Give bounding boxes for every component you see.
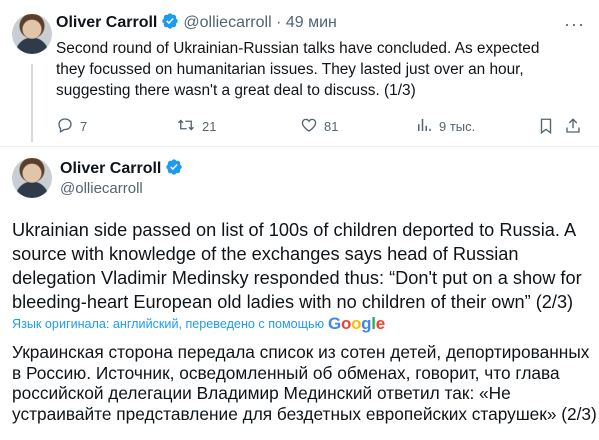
like-button[interactable]: 81	[300, 116, 338, 137]
views-button[interactable]: 9 тыс.	[415, 116, 475, 137]
reply-count: 7	[80, 119, 88, 134]
author-name[interactable]: Oliver Carroll	[56, 14, 157, 31]
google-logo: Google	[328, 314, 385, 333]
tweet-text: Second round of Ukrainian-Russian talks …	[56, 40, 540, 99]
tweet-header: Oliver Carroll	[60, 158, 187, 181]
author-handle[interactable]: @olliecarroll	[183, 14, 271, 31]
views-icon	[415, 116, 439, 137]
tweet-actions: 7 21 81 9 тыс.	[56, 116, 580, 139]
bookmark-icon	[537, 116, 561, 139]
author-handle[interactable]: @olliecarroll	[60, 180, 143, 197]
timestamp[interactable]: 49 мин	[286, 14, 337, 31]
divider	[0, 146, 599, 147]
translation-note-text[interactable]: Язык оригинала: английский, переведено с…	[12, 317, 324, 331]
heart-icon	[300, 116, 324, 137]
bookmark-button[interactable]	[537, 116, 561, 139]
reply-button[interactable]: 7	[56, 116, 87, 137]
views-count: 9 тыс.	[439, 119, 476, 134]
retweet-icon	[176, 116, 202, 137]
verified-badge-icon	[161, 12, 179, 35]
translation-note: Язык оригинала: английский, переведено с…	[12, 314, 385, 334]
verified-badge-icon	[165, 158, 183, 181]
retweet-count: 21	[202, 119, 217, 134]
more-options-icon[interactable]: ···	[564, 14, 585, 35]
share-icon	[564, 116, 588, 139]
translated-text: Украинская сторона передала список из со…	[12, 342, 597, 424]
avatar[interactable]	[12, 158, 52, 198]
like-count: 81	[324, 119, 339, 134]
author-name[interactable]: Oliver Carroll	[60, 160, 161, 177]
retweet-button[interactable]: 21	[176, 116, 216, 137]
share-button[interactable]	[564, 116, 588, 139]
reply-icon	[56, 116, 80, 137]
tweet-header: Oliver Carroll @olliecarroll · 49 мин	[56, 12, 337, 35]
separator: ·	[276, 14, 282, 31]
thread-line	[31, 64, 33, 142]
tweet-text: Ukrainian side passed on list of 100s of…	[12, 220, 582, 312]
avatar[interactable]	[12, 14, 52, 54]
